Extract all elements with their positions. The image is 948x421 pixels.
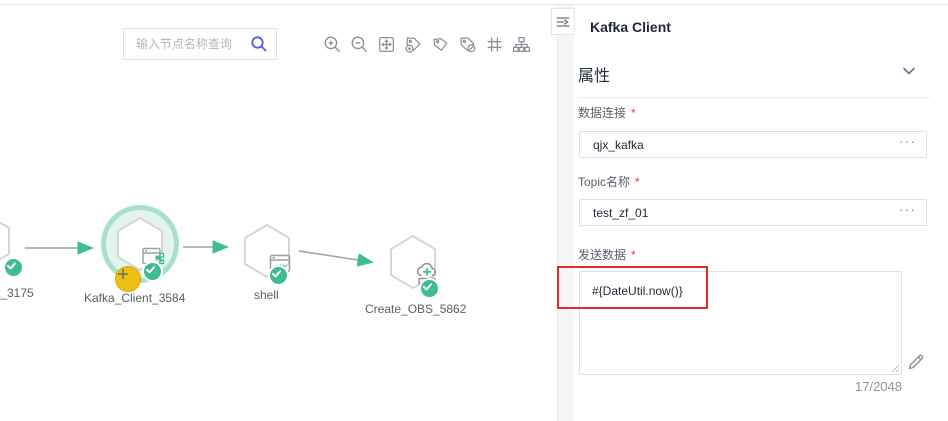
send-data-area: #{DateUtil.now()} [579,271,902,375]
topic-name-input[interactable] [580,206,895,220]
auto-layout-icon[interactable] [511,34,531,54]
send-data-textarea[interactable]: #{DateUtil.now()} [579,271,902,375]
collapse-panel-button[interactable] [551,8,575,35]
edit-pencil-icon[interactable] [906,352,926,372]
node-search-box [123,28,277,60]
node-shell[interactable]: </> [241,223,293,279]
panel-divider [557,5,574,421]
zoom-out-icon[interactable] [349,34,369,54]
fit-view-icon[interactable] [376,34,396,54]
node-label: t_3175 [0,286,34,300]
node-3175[interactable] [0,213,13,269]
field-label-send-data: 发送数据* [578,246,636,263]
data-connection-field: ··· [579,131,927,158]
properties-panel: Kafka Client 属性 数据连接* ··· Topic名称* ··· 发… [574,5,948,421]
success-badge [3,257,24,278]
data-connection-more-button[interactable]: ··· [895,128,926,161]
add-badge[interactable] [115,266,141,292]
field-label-topic-name: Topic名称* [578,173,640,190]
panel-title: Kafka Client [590,19,671,35]
grid-icon[interactable] [484,34,504,54]
node-label: Create_OBS_5862 [365,302,466,316]
search-icon[interactable] [250,35,268,53]
workflow-editor: t_3175 [0,0,948,421]
tag-disable-icon[interactable] [457,34,477,54]
node-search-input[interactable] [124,37,250,51]
edge-shell-to-obs [299,251,371,262]
char-counter: 17/2048 [579,379,902,394]
node-create-obs[interactable] [387,234,439,290]
required-marker: * [635,175,640,189]
success-badge [419,278,440,299]
success-badge [142,261,163,282]
topic-name-more-button[interactable]: ··· [895,196,926,229]
node-label: shell [254,288,279,302]
required-marker: * [631,248,636,262]
node-kafka-client[interactable] [114,216,166,272]
success-badge [268,265,289,286]
required-marker: * [631,106,636,120]
section-divider [578,97,930,98]
chevron-down-icon[interactable] [902,66,916,76]
zoom-in-icon[interactable] [322,34,342,54]
tag-icon[interactable] [430,34,450,54]
dag-canvas[interactable]: t_3175 [0,5,557,421]
field-label-data-connection: 数据连接* [578,104,636,121]
section-header-properties: 属性 [578,62,610,86]
edge-layer [0,5,557,421]
node-label: Kafka_Client_3584 [84,291,185,305]
data-connection-input[interactable] [580,138,895,152]
canvas-toolbar [322,34,531,54]
topic-name-field: ··· [579,199,927,226]
tag-add-icon[interactable] [403,34,423,54]
